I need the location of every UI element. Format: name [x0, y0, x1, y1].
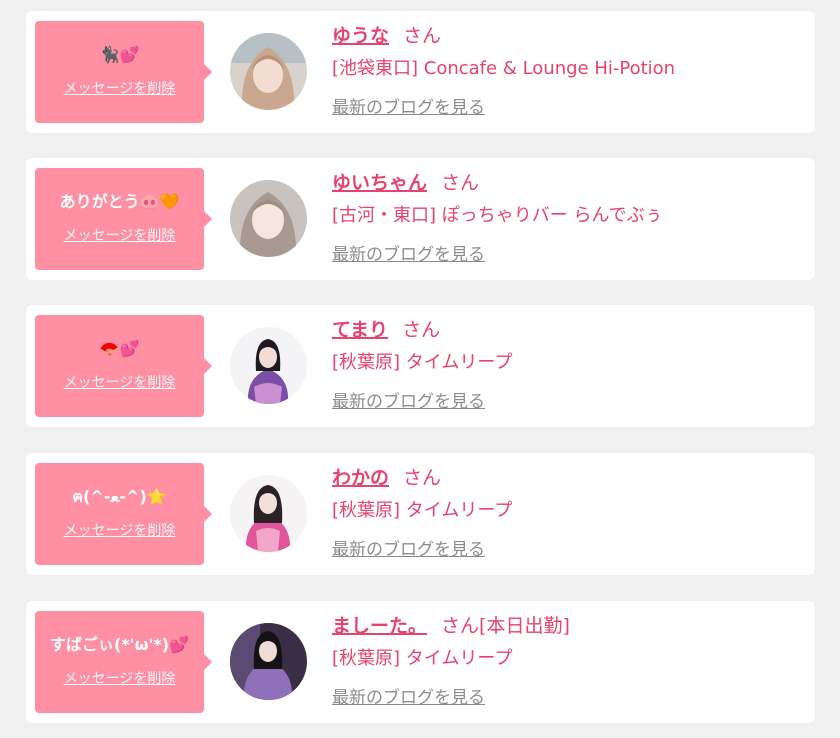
- delete-message-link[interactable]: メッセージを削除: [35, 79, 204, 99]
- cast-name-row: わかの さん: [332, 463, 441, 493]
- blog-link[interactable]: 最新のブログを見る: [332, 685, 485, 711]
- cast-name-link[interactable]: わかの: [332, 467, 389, 489]
- blog-link[interactable]: 最新のブログを見る: [332, 95, 485, 121]
- message-card: ありがとう🐽🧡 メッセージを削除 ゆいちゃん さん [古河・東口] ぽっちゃりバー…: [26, 158, 815, 280]
- message-card: ฅ(^-ﻌ-^)⭐ メッセージを削除 わかの さん [秋葉原] タイムリープ 最新…: [26, 453, 815, 575]
- delete-message-link[interactable]: メッセージを削除: [35, 226, 204, 246]
- message-bubble: 🪭💕 メッセージを削除: [35, 315, 212, 417]
- cast-name-row: ゆうな さん: [332, 21, 441, 51]
- message-text: 🪭💕: [99, 339, 140, 358]
- honorific: さん: [403, 467, 442, 489]
- message-bubble: ありがとう🐽🧡 メッセージを削除: [35, 168, 212, 270]
- avatar[interactable]: [230, 33, 307, 110]
- delete-message-link[interactable]: メッセージを削除: [35, 669, 204, 689]
- cast-name-row: ましーた。 さん[本日出勤]: [332, 611, 570, 641]
- message-bubble: ฅ(^-ﻌ-^)⭐ メッセージを削除: [35, 463, 212, 565]
- avatar[interactable]: [230, 180, 307, 257]
- honorific: さん: [402, 319, 441, 341]
- message-list: 🐈‍⬛💕 メッセージを削除 ゆうな さん [池袋東口] Concafe & Lou…: [0, 0, 840, 738]
- message-card: すばごぃ(*'ω'*)💕 メッセージを削除 ましーた。 さん[本日出勤] [秋葉原…: [26, 601, 815, 723]
- cast-name-row: てまり さん: [332, 315, 440, 345]
- shop-name: [池袋東口] Concafe & Lounge Hi-Potion: [332, 58, 676, 79]
- message-text: すばごぃ(*'ω'*)💕: [50, 635, 189, 654]
- cast-name-link[interactable]: ましーた。: [332, 615, 427, 637]
- avatar[interactable]: [230, 623, 307, 700]
- shop-name: [秋葉原] タイムリープ: [332, 352, 513, 373]
- avatar[interactable]: [230, 327, 307, 404]
- cast-name-link[interactable]: ゆうな: [332, 25, 389, 47]
- message-card: 🪭💕 メッセージを削除 てまり さん [秋葉原] タイムリープ 最新のブログを見る: [26, 305, 815, 427]
- cast-name-link[interactable]: てまり: [332, 319, 388, 341]
- blog-link[interactable]: 最新のブログを見る: [332, 389, 485, 415]
- delete-message-link[interactable]: メッセージを削除: [35, 521, 204, 541]
- message-card: 🐈‍⬛💕 メッセージを削除 ゆうな さん [池袋東口] Concafe & Lou…: [26, 11, 815, 133]
- avatar[interactable]: [230, 475, 307, 552]
- honorific: さん: [441, 615, 480, 637]
- status-label: [本日出勤]: [479, 615, 570, 637]
- cast-name-row: ゆいちゃん さん: [332, 168, 479, 198]
- delete-message-link[interactable]: メッセージを削除: [35, 373, 204, 393]
- shop-name: [秋葉原] タイムリープ: [332, 648, 513, 669]
- blog-link[interactable]: 最新のブログを見る: [332, 242, 485, 268]
- cast-name-link[interactable]: ゆいちゃん: [332, 172, 427, 194]
- honorific: さん: [403, 25, 442, 47]
- shop-name: [秋葉原] タイムリープ: [332, 500, 513, 521]
- shop-name: [古河・東口] ぽっちゃりバー らんでぶぅ: [332, 205, 663, 226]
- honorific: さん: [441, 172, 480, 194]
- message-text: 🐈‍⬛💕: [99, 45, 140, 64]
- message-bubble: 🐈‍⬛💕 メッセージを削除: [35, 21, 212, 123]
- blog-link[interactable]: 最新のブログを見る: [332, 537, 485, 563]
- message-text: ありがとう🐽🧡: [59, 192, 180, 211]
- message-bubble: すばごぃ(*'ω'*)💕 メッセージを削除: [35, 611, 212, 713]
- message-text: ฅ(^-ﻌ-^)⭐: [72, 487, 167, 506]
